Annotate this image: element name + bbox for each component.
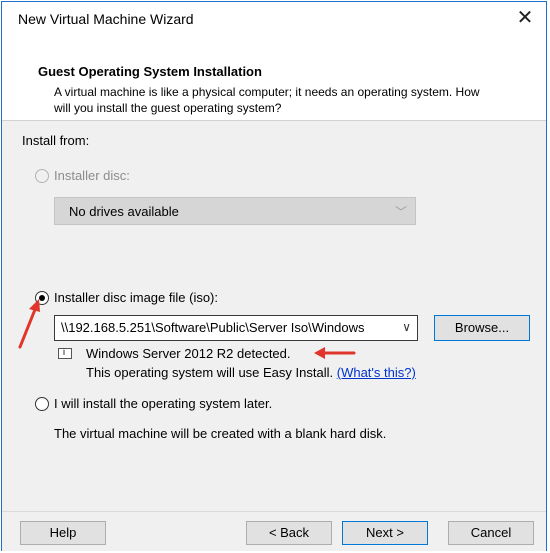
whats-this-link[interactable]: (What's this?): [337, 365, 416, 380]
easy-install-text: This operating system will use Easy Inst…: [86, 365, 416, 380]
window-title: New Virtual Machine Wizard: [18, 11, 194, 27]
install-from-label: Install from:: [22, 133, 90, 148]
back-button[interactable]: < Back: [246, 521, 332, 545]
detected-os-text: Windows Server 2012 R2 detected.: [86, 346, 291, 361]
chevron-down-icon[interactable]: ∨: [402, 320, 411, 334]
iso-path-value: \\192.168.5.251\Software\Public\Server I…: [61, 320, 365, 335]
annotation-arrow-up: [18, 299, 40, 349]
iso-file-label: Installer disc image file (iso):: [54, 290, 218, 305]
help-button[interactable]: Help: [20, 521, 106, 545]
browse-button[interactable]: Browse...: [434, 315, 530, 341]
easy-install-message: This operating system will use Easy Inst…: [86, 365, 334, 380]
installer-disc-label: Installer disc:: [54, 168, 130, 183]
chevron-down-icon: ﹀: [394, 205, 407, 219]
wizard-body: Install from: Installer disc: No drives …: [2, 121, 546, 511]
installer-disc-dropdown-value: No drives available: [69, 204, 179, 219]
close-icon[interactable]: ✕: [512, 6, 538, 30]
annotation-arrow-left: [314, 347, 356, 359]
install-later-description: The virtual machine will be created with…: [54, 426, 387, 441]
wizard-footer: Help < Back Next > Cancel: [2, 511, 546, 551]
wizard-header: Guest Operating System Installation A vi…: [2, 34, 546, 121]
install-later-radio[interactable]: [35, 397, 49, 411]
info-icon: [58, 347, 72, 359]
cancel-button[interactable]: Cancel: [448, 521, 534, 545]
installer-disc-radio[interactable]: [35, 169, 49, 183]
title-bar: New Virtual Machine Wizard ✕: [2, 2, 546, 34]
page-description: A virtual machine is like a physical com…: [54, 85, 480, 115]
next-button[interactable]: Next >: [342, 521, 428, 545]
page-title: Guest Operating System Installation: [38, 64, 262, 79]
iso-path-combobox[interactable]: \\192.168.5.251\Software\Public\Server I…: [54, 315, 418, 341]
installer-disc-dropdown[interactable]: No drives available ﹀: [54, 197, 416, 225]
install-later-label: I will install the operating system late…: [54, 396, 273, 411]
wizard-window: New Virtual Machine Wizard ✕ Guest Opera…: [1, 1, 547, 551]
